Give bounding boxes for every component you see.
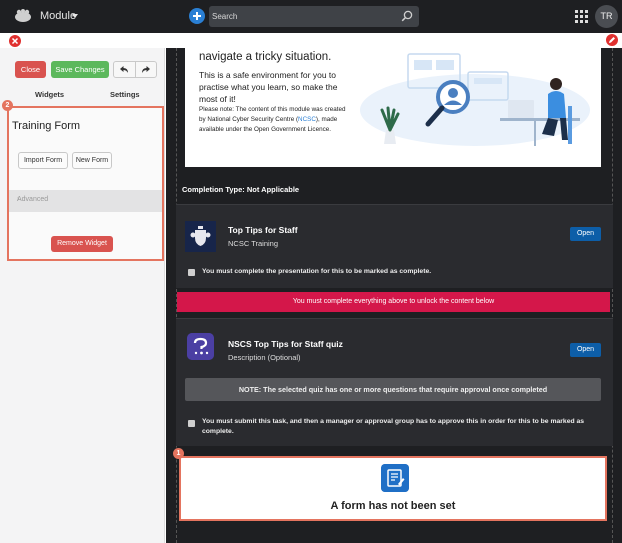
quiz-icon bbox=[187, 333, 214, 360]
tab-widgets[interactable]: Widgets bbox=[35, 90, 64, 99]
intro-heading: navigate a tricky situation. bbox=[199, 51, 332, 63]
completion-requirement: You must complete the presentation for t… bbox=[202, 268, 432, 275]
approval-note: NOTE: The selected quiz has one or more … bbox=[185, 378, 601, 401]
completion-type: Completion Type: Not Applicable bbox=[182, 185, 300, 194]
avatar[interactable]: TR bbox=[595, 5, 618, 28]
search-bar bbox=[209, 6, 419, 27]
close-editor-icon[interactable] bbox=[9, 35, 21, 47]
ncsc-link[interactable]: NCSC bbox=[298, 116, 316, 123]
security-illustration bbox=[360, 53, 590, 146]
editor-sidebar: Close Save Changes Widgets Settings Trai… bbox=[0, 48, 165, 543]
task-subtitle: Description (Optional) bbox=[228, 353, 301, 362]
caret-down-icon[interactable] bbox=[72, 14, 78, 18]
tab-settings[interactable]: Settings bbox=[110, 90, 140, 99]
step-badge: 1 bbox=[173, 448, 184, 459]
form-empty-message: A form has not been set bbox=[330, 500, 456, 512]
undo-redo-group bbox=[113, 61, 157, 78]
edit-icon[interactable] bbox=[606, 34, 618, 46]
module-menu[interactable]: Module bbox=[40, 10, 76, 22]
widget-title: Training Form bbox=[12, 120, 81, 132]
search-icon[interactable] bbox=[401, 10, 413, 22]
intro-note: Please note: The content of this module … bbox=[199, 106, 346, 133]
sidebar-tabs: Widgets Settings bbox=[0, 90, 164, 104]
search-input[interactable] bbox=[209, 6, 397, 27]
unlock-banner: You must complete everything above to un… bbox=[177, 292, 610, 312]
open-button[interactable]: Open bbox=[570, 343, 601, 357]
completion-checkbox[interactable] bbox=[188, 420, 195, 427]
advanced-section-toggle[interactable]: Advanced › bbox=[9, 190, 162, 212]
widget-settings-panel: Training Form Import Form New Form Advan… bbox=[7, 106, 164, 261]
task-card-top-tips: Top Tips for Staff NCSC Training Open Yo… bbox=[176, 204, 613, 288]
open-button[interactable]: Open bbox=[570, 227, 601, 241]
plus-icon bbox=[193, 12, 201, 20]
apps-grid-icon[interactable] bbox=[575, 10, 588, 23]
intro-body: This is a safe environment for you to pr… bbox=[199, 70, 338, 104]
add-button[interactable] bbox=[189, 8, 205, 24]
completion-requirement: You must submit this task, and then a ma… bbox=[202, 418, 585, 435]
remove-widget-button[interactable]: Remove Widget bbox=[51, 236, 113, 252]
ncsc-crest-icon bbox=[185, 221, 216, 252]
task-card-quiz: NSCS Top Tips for Staff quiz Description… bbox=[176, 318, 613, 446]
task-subtitle: NCSC Training bbox=[228, 239, 279, 248]
save-changes-button[interactable]: Save Changes bbox=[51, 61, 109, 78]
task-title: Top Tips for Staff bbox=[228, 225, 298, 235]
logo-icon[interactable] bbox=[14, 8, 32, 24]
form-icon bbox=[381, 464, 409, 492]
task-title: NSCS Top Tips for Staff quiz bbox=[228, 339, 343, 349]
new-form-button[interactable]: New Form bbox=[72, 152, 112, 169]
completion-checkbox[interactable] bbox=[188, 269, 195, 276]
module-preview: navigate a tricky situation. This is a s… bbox=[166, 48, 622, 543]
intro-card: navigate a tricky situation. This is a s… bbox=[185, 48, 601, 167]
chevron-right-icon: › bbox=[17, 196, 20, 203]
import-form-button[interactable]: Import Form bbox=[18, 152, 68, 169]
undo-icon[interactable] bbox=[119, 65, 129, 74]
redo-icon[interactable] bbox=[141, 65, 151, 74]
top-bar: Module TR bbox=[0, 0, 622, 33]
form-widget-placeholder[interactable]: A form has not been set bbox=[179, 456, 607, 521]
step-badge: 2 bbox=[2, 100, 13, 111]
close-button[interactable]: Close bbox=[15, 61, 46, 78]
